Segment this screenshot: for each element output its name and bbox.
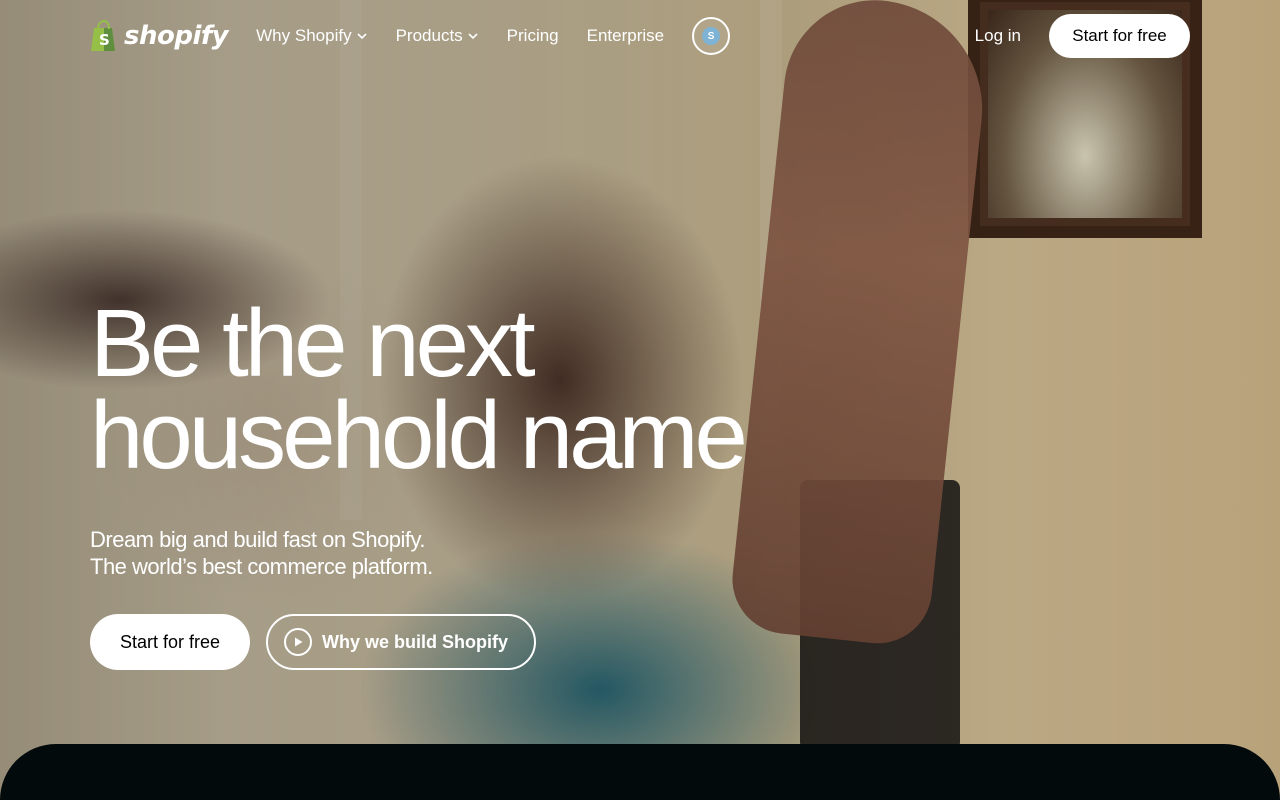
site-header: S shopify Why Shopify Products Pricing E… [0,0,1280,72]
why-we-build-button[interactable]: Why we build Shopify [266,614,536,670]
nav-item-label: Pricing [506,26,559,45]
chevron-down-icon [357,33,367,40]
shopify-logo[interactable]: S shopify [90,20,229,52]
shopify-bag-icon: S [91,20,115,51]
subhead-line-1: Dream big and build fast on Shopify. [90,527,426,552]
login-link[interactable]: Log in [975,26,1021,46]
hero-start-free-button[interactable]: Start for free [90,614,250,670]
shop-app-button[interactable]: S [692,17,731,55]
nav-enterprise[interactable]: Enterprise [587,26,664,46]
nav-item-label: Enterprise [586,26,665,45]
headline-line-1: Be the next [90,290,536,397]
header-actions: Log in Start for free [975,14,1190,58]
svg-text:S: S [99,31,110,49]
nav-item-label: Products [395,26,463,45]
nav-why-shopify[interactable]: Why Shopify [256,26,367,46]
main-nav: Why Shopify Products Pricing Enterprise … [256,17,731,55]
hero-subhead: Dream big and build fast on Shopify. The… [90,526,744,580]
next-section-panel [0,744,1280,800]
logo-wordmark: shopify [124,21,229,51]
shop-app-icon: S [702,27,721,45]
nav-products[interactable]: Products [396,26,479,46]
hero-content: Be the next household name Dream big and… [90,296,748,670]
hero-cta-group: Start for free Why we build Shopify [90,614,744,670]
chevron-down-icon [468,33,478,40]
why-we-build-label: Why we build Shopify [322,631,508,652]
nav-pricing[interactable]: Pricing [507,26,559,46]
headline-line-2: household name [90,382,748,489]
subhead-line-2: The world’s best commerce platform. [90,554,433,579]
header-start-free-button[interactable]: Start for free [1049,14,1190,58]
nav-item-label: Why Shopify [256,26,352,45]
play-icon [284,628,312,656]
hero-headline: Be the next household name [90,296,748,484]
